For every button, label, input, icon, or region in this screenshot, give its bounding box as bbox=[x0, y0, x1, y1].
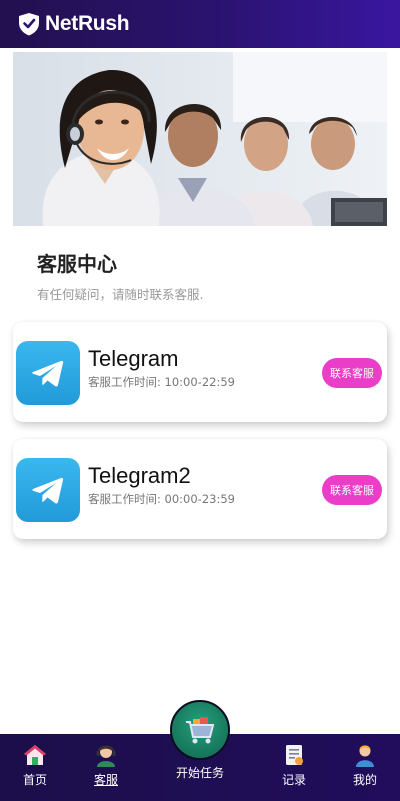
app-header: NetRush bbox=[0, 0, 400, 48]
support-agent-icon bbox=[96, 745, 116, 767]
contact-card-telegram2: Telegram2 客服工作时间: 00:00-23:59 联系客服 bbox=[13, 439, 387, 539]
telegram-icon bbox=[16, 458, 80, 522]
nav-item-records[interactable]: 记录 bbox=[264, 742, 324, 788]
start-task-label: 开始任务 bbox=[175, 766, 224, 780]
nav-label-records: 记录 bbox=[281, 773, 306, 787]
telegram-icon bbox=[16, 341, 80, 405]
nav-item-mine[interactable]: 我的 bbox=[335, 742, 395, 788]
nav-item-service[interactable]: 客服 bbox=[76, 742, 136, 788]
nav-label-service: 客服 bbox=[93, 773, 118, 787]
shield-check-icon bbox=[19, 13, 39, 36]
nav-item-home[interactable]: 首页 bbox=[5, 742, 65, 788]
contact-card-telegram: Telegram 客服工作时间: 10:00-22:59 联系客服 bbox=[13, 322, 387, 422]
page-title: 客服中心 bbox=[37, 252, 117, 276]
bottom-navigation: 首页 客服 开始任务 记录 我的 bbox=[0, 700, 400, 801]
contact-name: Telegram bbox=[88, 346, 179, 371]
start-task-button[interactable] bbox=[170, 700, 230, 760]
shopping-cart-icon bbox=[186, 717, 215, 744]
brand-logo[interactable]: NetRush bbox=[16, 11, 130, 37]
support-agents-illustration bbox=[13, 52, 387, 226]
contact-name: Telegram2 bbox=[88, 463, 191, 488]
records-icon bbox=[286, 745, 303, 765]
contact-hours: 客服工作时间: 00:00-23:59 bbox=[88, 492, 235, 506]
contact-service-button[interactable]: 联系客服 bbox=[322, 475, 382, 505]
nav-label-home: 首页 bbox=[22, 773, 47, 787]
customer-service-banner bbox=[13, 52, 387, 226]
page-subtitle: 有任何疑问，请随时联系客服. bbox=[37, 287, 204, 302]
nav-label-mine: 我的 bbox=[352, 773, 377, 787]
brand-name: NetRush bbox=[45, 12, 130, 35]
contact-service-button[interactable]: 联系客服 bbox=[322, 358, 382, 388]
home-icon bbox=[24, 745, 46, 765]
contact-hours: 客服工作时间: 10:00-22:59 bbox=[88, 375, 235, 389]
user-icon bbox=[356, 745, 374, 767]
